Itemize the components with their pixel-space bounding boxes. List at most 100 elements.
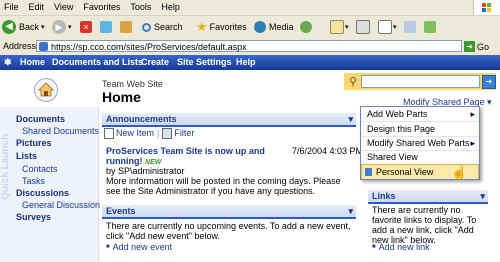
chevron-down-icon[interactable]: ▾ — [348, 205, 353, 217]
toolbar-divider: | — [157, 128, 160, 138]
chevron-right-icon: ▸ — [470, 138, 475, 148]
search-button[interactable]: Search — [142, 19, 183, 35]
chevron-down-icon: ▾ — [68, 24, 72, 31]
forward-button[interactable]: ▶ ▾ — [52, 19, 72, 35]
stop-icon: × — [80, 21, 92, 33]
filter-icon — [162, 127, 173, 139]
back-arrow-icon: ◀ — [2, 20, 16, 34]
ql-lists[interactable]: Lists — [16, 151, 37, 161]
ql-general-discussion[interactable]: General Discussion — [22, 200, 100, 210]
links-body: There are currently no favorite links to… — [372, 205, 477, 245]
nav-help[interactable]: Help — [236, 57, 256, 67]
stop-button[interactable]: × — [80, 19, 92, 35]
address-input[interactable]: https://sp.cco.com/sites/ProServices/def… — [36, 40, 462, 52]
refresh-icon — [100, 21, 112, 33]
go-button[interactable]: ➜ Go — [464, 40, 496, 53]
bullet-icon: ■ — [106, 244, 110, 250]
ql-tasks[interactable]: Tasks — [22, 176, 45, 186]
menu-shared-view[interactable]: Shared View — [361, 150, 479, 165]
add-new-event-link[interactable]: ■ Add new event — [106, 242, 172, 252]
add-new-link-label: Add new link — [378, 242, 430, 252]
menu-personal-view-label: Personal View — [376, 167, 434, 177]
ql-contacts[interactable]: Contacts — [22, 164, 58, 174]
announcement-title: ProServices Team Site is now up and runn… — [106, 146, 265, 166]
menu-view[interactable]: View — [49, 0, 78, 15]
ql-discussions[interactable]: Discussions — [16, 188, 69, 198]
new-item-link[interactable]: New Item — [116, 128, 154, 138]
nav-home[interactable]: Home — [20, 57, 45, 67]
search-label: Search — [154, 22, 183, 32]
ql-pictures[interactable]: Pictures — [16, 138, 52, 148]
refresh-button[interactable] — [100, 19, 112, 35]
chevron-down-icon[interactable]: ▾ — [480, 190, 485, 202]
home-icon — [120, 21, 132, 33]
menu-design-page[interactable]: Design this Page — [361, 122, 479, 137]
sharepoint-nav: ✱ Home Documents and Lists Create Site S… — [0, 55, 500, 70]
links-header: Links ▾ — [368, 190, 488, 204]
print-icon — [356, 20, 370, 34]
media-button[interactable]: Media — [254, 19, 294, 35]
messenger-icon — [424, 21, 436, 33]
site-title: Team Web Site — [102, 79, 163, 89]
nav-documents-lists[interactable]: Documents and Lists — [52, 57, 143, 67]
favorites-button[interactable]: ★ Favorites — [196, 19, 247, 35]
nav-site-settings[interactable]: Site Settings — [177, 57, 232, 67]
menu-tools[interactable]: Tools — [125, 0, 156, 15]
edit-icon — [378, 20, 392, 34]
nav-create[interactable]: Create — [141, 57, 169, 67]
address-bar: Address https://sp.cco.com/sites/ProServ… — [0, 38, 500, 56]
address-label: Address — [3, 41, 37, 51]
checkmark-icon — [365, 168, 372, 176]
page-title: Home — [102, 89, 141, 105]
menu-modify-web-parts[interactable]: Modify Shared Web Parts ▸ — [361, 136, 479, 151]
ql-documents[interactable]: Documents — [16, 114, 65, 124]
events-header: Events ▾ — [102, 205, 356, 219]
ql-surveys[interactable]: Surveys — [16, 212, 51, 222]
back-label: Back — [19, 22, 40, 32]
search-go-button[interactable]: ➜ — [482, 75, 496, 89]
menu-edit[interactable]: Edit — [24, 0, 50, 15]
announcement-author: by SP\administrator — [106, 166, 185, 176]
chevron-down-icon: ▾ — [345, 24, 349, 31]
menu-add-web-parts[interactable]: Add Web Parts ▸ — [361, 107, 479, 122]
filter-link[interactable]: Filter — [174, 128, 194, 138]
bullet-icon: ■ — [372, 244, 376, 250]
history-button[interactable] — [300, 19, 312, 35]
links-title: Links — [372, 191, 396, 201]
announcements-header: Announcements ▾ — [102, 113, 356, 127]
search-input[interactable] — [361, 75, 480, 88]
ql-shared-documents[interactable]: Shared Documents — [22, 126, 99, 136]
chevron-down-icon: ▾ — [393, 24, 397, 31]
messenger-button[interactable] — [424, 19, 436, 35]
print-button[interactable] — [356, 19, 370, 35]
announcement-date: 7/6/2004 4:03 PM — [292, 146, 364, 156]
media-icon — [254, 21, 266, 33]
announcement-headline[interactable]: ProServices Team Site is now up and runn… — [106, 146, 288, 168]
go-label: Go — [477, 41, 490, 52]
forward-arrow-icon: ▶ — [52, 20, 66, 34]
new-badge: NEW — [145, 159, 162, 166]
site-home-icon[interactable] — [34, 78, 58, 102]
quick-launch-watermark: Quick Launch — [0, 133, 11, 201]
chevron-right-icon: ▸ — [470, 109, 475, 119]
add-new-link[interactable]: ■ Add new link — [372, 242, 430, 252]
menu-file[interactable]: File — [0, 0, 24, 15]
announcement-body: More information will be posted in the c… — [106, 176, 341, 196]
discuss-button[interactable] — [404, 19, 416, 35]
menu-help[interactable]: Help — [156, 0, 185, 15]
edit-button[interactable]: ▾ — [378, 19, 397, 35]
favorites-label: Favorites — [209, 22, 247, 32]
home-button[interactable] — [120, 19, 132, 35]
chevron-down-icon[interactable]: ▾ — [348, 113, 353, 125]
mail-button[interactable]: ▾ — [330, 19, 349, 35]
back-button[interactable]: ◀ Back ▾ — [2, 19, 45, 35]
chevron-down-icon: ▾ — [41, 24, 45, 31]
mail-icon — [330, 20, 344, 34]
menu-add-web-parts-label: Add Web Parts — [367, 109, 428, 119]
discuss-icon — [404, 21, 416, 33]
toolbar: ◀ Back ▾ ▶ ▾ × Search ★ Favorites Media … — [0, 16, 500, 39]
history-icon — [300, 21, 312, 33]
address-url: https://sp.cco.com/sites/ProServices/def… — [51, 42, 247, 52]
menu-favorites[interactable]: Favorites — [78, 0, 125, 15]
menu-bar: File Edit View Favorites Tools Help — [0, 0, 500, 16]
